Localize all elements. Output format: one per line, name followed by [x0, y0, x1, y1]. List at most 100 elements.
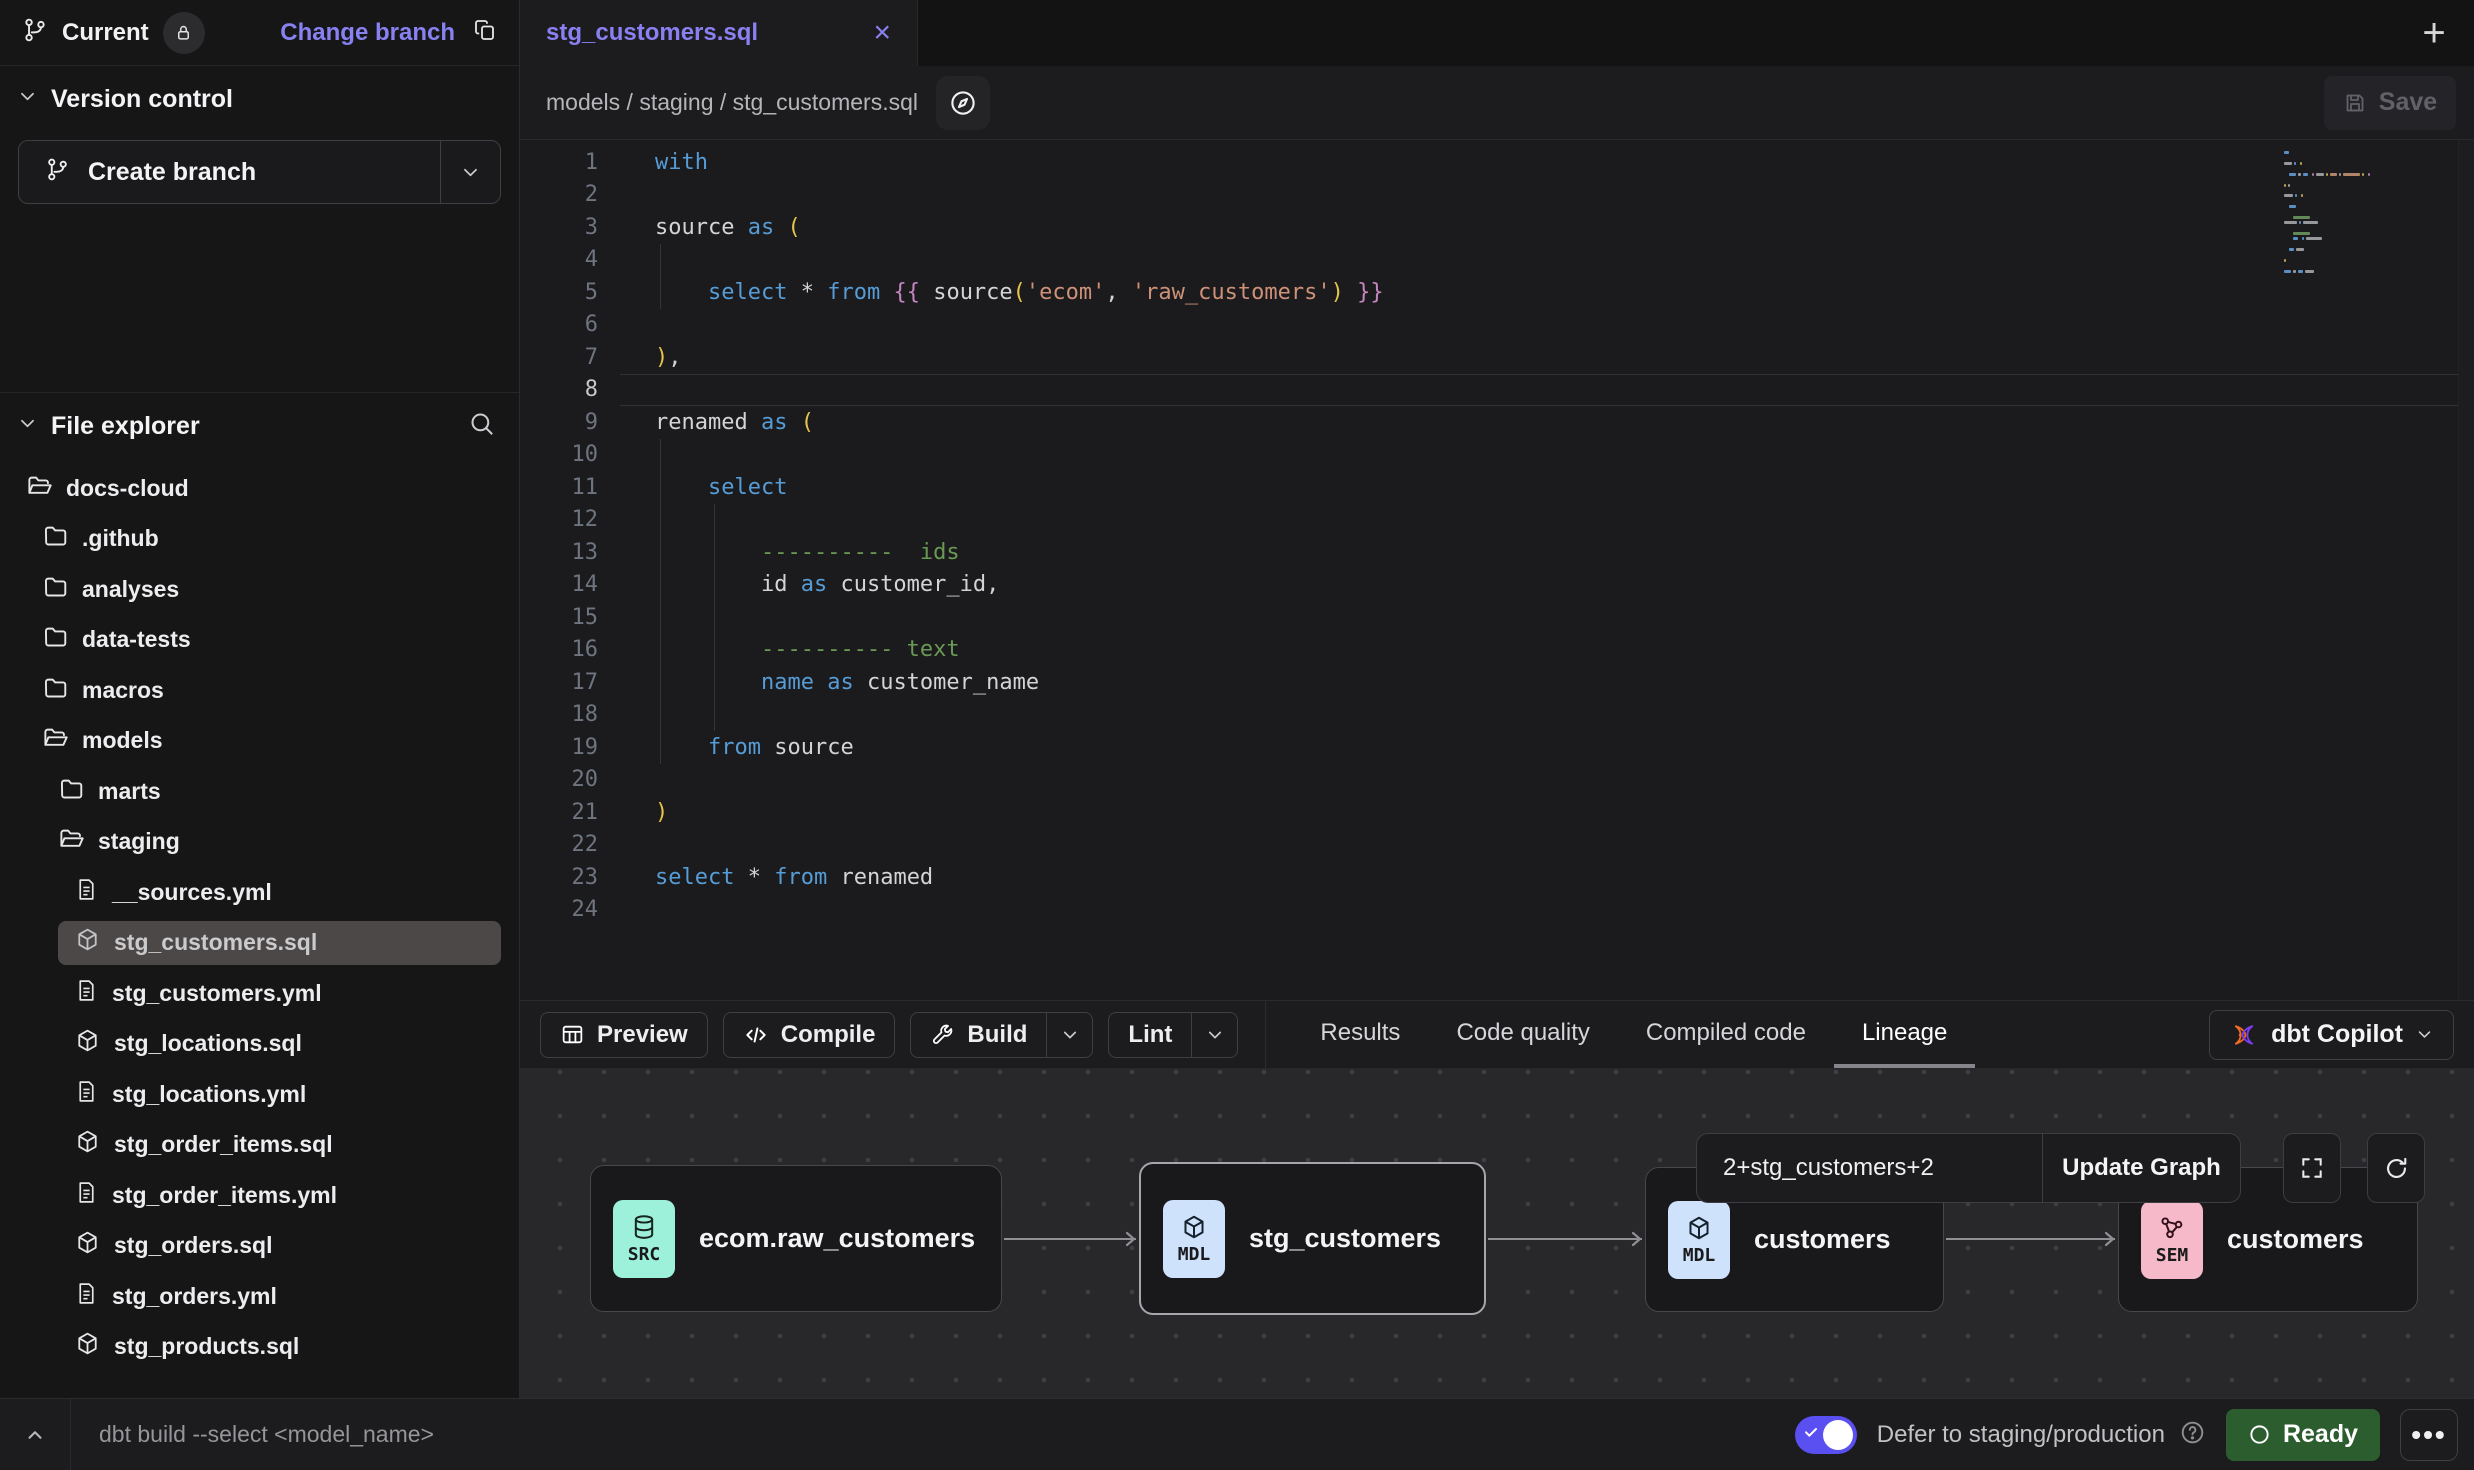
line-content[interactable] — [620, 764, 2474, 797]
line-content[interactable] — [620, 894, 2474, 927]
build-button[interactable]: Build — [910, 1012, 1093, 1058]
create-branch-dropdown[interactable] — [440, 141, 500, 203]
file-tree-item-analyses[interactable]: analyses — [0, 564, 519, 615]
code-line-22[interactable]: 22 — [520, 829, 2474, 862]
line-content[interactable]: from source — [620, 731, 2474, 764]
code-line-20[interactable]: 20 — [520, 764, 2474, 797]
panel-tab-compiled-code[interactable]: Compiled code — [1618, 1001, 1834, 1068]
update-graph-button[interactable]: Update Graph — [2042, 1134, 2240, 1202]
file-tree-item-__sources.yml[interactable]: __sources.yml — [0, 867, 519, 918]
compile-button[interactable]: Compile — [723, 1012, 896, 1058]
save-button[interactable]: Save — [2324, 76, 2456, 130]
code-line-7[interactable]: 7), — [520, 341, 2474, 374]
line-content[interactable] — [620, 244, 2474, 277]
code-line-11[interactable]: 11 select — [520, 471, 2474, 504]
line-content[interactable] — [620, 439, 2474, 472]
lineage-node-ecom.raw_customers[interactable]: SRCecom.raw_customers — [590, 1165, 1002, 1312]
lineage-canvas[interactable]: 2+stg_customers+2 Update Graph SRCecom.r… — [520, 1068, 2474, 1398]
code-line-6[interactable]: 6 — [520, 309, 2474, 342]
lint-dropdown[interactable] — [1191, 1013, 1237, 1057]
file-tree-item-stg_order_items.sql[interactable]: stg_order_items.sql — [0, 1120, 519, 1171]
version-control-header[interactable]: Version control — [0, 66, 519, 132]
code-line-21[interactable]: 21) — [520, 796, 2474, 829]
editor-scrollbar[interactable] — [2458, 140, 2474, 1000]
code-line-16[interactable]: 16 ---------- text — [520, 634, 2474, 667]
command-input[interactable]: dbt build --select <model_name> — [99, 1421, 434, 1448]
file-tree-item-stg_customers.yml[interactable]: stg_customers.yml — [0, 968, 519, 1019]
file-explorer-header[interactable]: File explorer — [0, 393, 519, 459]
code-line-19[interactable]: 19 from source — [520, 731, 2474, 764]
line-content[interactable] — [620, 309, 2474, 342]
line-content[interactable]: ), — [620, 341, 2474, 374]
close-icon[interactable]: × — [873, 18, 891, 48]
dbt-copilot-button[interactable]: dbt Copilot — [2209, 1010, 2454, 1060]
code-line-18[interactable]: 18 — [520, 699, 2474, 732]
minimap[interactable] — [2284, 150, 2434, 279]
file-tree-item-stg_locations.yml[interactable]: stg_locations.yml — [0, 1069, 519, 1120]
code-editor[interactable]: 1with23source as (45 select * from {{ so… — [520, 140, 2474, 1000]
code-line-8[interactable]: 8 — [520, 374, 2474, 407]
change-branch-link[interactable]: Change branch — [280, 19, 455, 47]
code-line-15[interactable]: 15 — [520, 601, 2474, 634]
code-line-2[interactable]: 2 — [520, 179, 2474, 212]
code-line-24[interactable]: 24 — [520, 894, 2474, 927]
file-tree-item-stg_orders.sql[interactable]: stg_orders.sql — [0, 1221, 519, 1272]
preview-button[interactable]: Preview — [540, 1012, 708, 1058]
line-content[interactable]: ) — [620, 796, 2474, 829]
line-content[interactable]: select * from renamed — [620, 861, 2474, 894]
file-tree-item-marts[interactable]: marts — [0, 766, 519, 817]
file-tree-item-staging[interactable]: staging — [0, 817, 519, 868]
lineage-selector-input[interactable]: 2+stg_customers+2 — [1697, 1134, 2042, 1202]
build-dropdown[interactable] — [1046, 1013, 1092, 1057]
code-line-23[interactable]: 23select * from renamed — [520, 861, 2474, 894]
code-line-1[interactable]: 1with — [520, 146, 2474, 179]
line-content[interactable]: id as customer_id, — [620, 569, 2474, 602]
ide-status-button[interactable]: Ready — [2226, 1409, 2380, 1461]
copy-icon[interactable] — [473, 18, 497, 47]
line-content[interactable]: ---------- ids — [620, 536, 2474, 569]
refresh-button[interactable] — [2367, 1133, 2425, 1203]
line-content[interactable]: ---------- text — [620, 634, 2474, 667]
line-content[interactable] — [620, 699, 2474, 732]
code-line-10[interactable]: 10 — [520, 439, 2474, 472]
file-tree-item-macros[interactable]: macros — [0, 665, 519, 716]
fullscreen-button[interactable] — [2283, 1133, 2341, 1203]
line-content[interactable]: name as customer_name — [620, 666, 2474, 699]
code-line-12[interactable]: 12 — [520, 504, 2474, 537]
line-content[interactable] — [620, 374, 2474, 407]
file-tree-item-stg_order_items.yml[interactable]: stg_order_items.yml — [0, 1170, 519, 1221]
file-tree-item-stg_orders.yml[interactable]: stg_orders.yml — [0, 1271, 519, 1322]
line-content[interactable] — [620, 179, 2474, 212]
collapse-panel-button[interactable] — [0, 1399, 71, 1470]
file-tree-item-models[interactable]: models — [0, 716, 519, 767]
defer-toggle[interactable] — [1795, 1416, 1857, 1454]
line-content[interactable] — [620, 601, 2474, 634]
new-tab-button[interactable]: + — [2408, 7, 2460, 59]
code-line-9[interactable]: 9renamed as ( — [520, 406, 2474, 439]
file-tree-item-data-tests[interactable]: data-tests — [0, 615, 519, 666]
create-branch-main[interactable]: Create branch — [19, 141, 440, 203]
copilot-compass-icon[interactable] — [936, 76, 990, 130]
file-tree-item-stg_products.sql[interactable]: stg_products.sql — [0, 1322, 519, 1373]
help-icon[interactable] — [2179, 1419, 2206, 1451]
code-line-13[interactable]: 13 ---------- ids — [520, 536, 2474, 569]
code-line-3[interactable]: 3source as ( — [520, 211, 2474, 244]
more-options-button[interactable]: ••• — [2400, 1409, 2458, 1461]
line-content[interactable]: with — [620, 146, 2474, 179]
code-line-4[interactable]: 4 — [520, 244, 2474, 277]
line-content[interactable]: select — [620, 471, 2474, 504]
code-line-5[interactable]: 5 select * from {{ source('ecom', 'raw_c… — [520, 276, 2474, 309]
line-content[interactable] — [620, 504, 2474, 537]
file-tree-item-stg_customers.sql[interactable]: stg_customers.sql — [0, 918, 519, 969]
tab-stg-customers-sql[interactable]: stg_customers.sql × — [520, 0, 918, 66]
code-line-17[interactable]: 17 name as customer_name — [520, 666, 2474, 699]
panel-tab-code-quality[interactable]: Code quality — [1428, 1001, 1617, 1068]
panel-tab-lineage[interactable]: Lineage — [1834, 1001, 1975, 1068]
line-content[interactable]: select * from {{ source('ecom', 'raw_cus… — [620, 276, 2474, 309]
create-branch-button[interactable]: Create branch — [18, 140, 501, 204]
line-content[interactable] — [620, 829, 2474, 862]
search-icon[interactable] — [468, 410, 495, 442]
line-content[interactable]: source as ( — [620, 211, 2474, 244]
file-tree-item-docs-cloud[interactable]: docs-cloud — [0, 463, 519, 514]
panel-tab-results[interactable]: Results — [1292, 1001, 1428, 1068]
